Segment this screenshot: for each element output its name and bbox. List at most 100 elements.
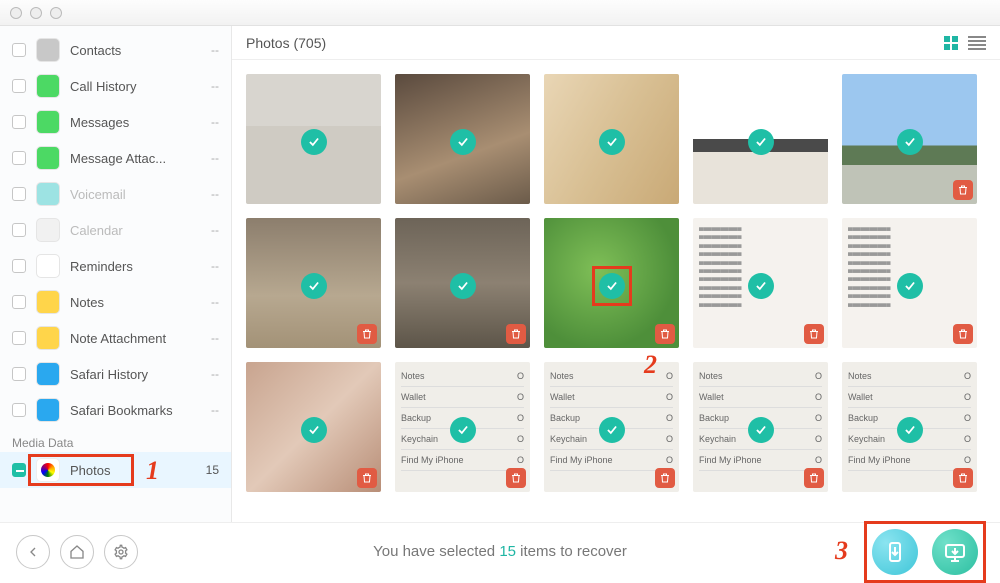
checkbox[interactable] <box>12 463 26 477</box>
selected-check-icon[interactable] <box>450 417 476 443</box>
sidebar-item-voicemail[interactable]: Voicemail -- <box>0 176 231 212</box>
annotation-3: 3 <box>835 536 848 566</box>
sidebar-item-label: Voicemail <box>70 187 201 202</box>
selected-check-icon[interactable] <box>301 273 327 299</box>
trash-icon[interactable] <box>357 324 377 344</box>
selected-check-icon[interactable] <box>599 273 625 299</box>
checkbox[interactable] <box>12 259 26 273</box>
sidebar-item-count: -- <box>211 403 219 417</box>
selected-check-icon[interactable] <box>748 273 774 299</box>
selected-check-icon[interactable] <box>748 417 774 443</box>
sidebar-item-label: Calendar <box>70 223 201 238</box>
recover-to-device-button[interactable] <box>872 529 918 575</box>
photo-thumb[interactable] <box>544 218 679 348</box>
photo-thumb[interactable]: NotesOWalletOBackupOKeychainOFind My iPh… <box>395 362 530 492</box>
sidebar-item-message-attac-[interactable]: Message Attac... -- <box>0 140 231 176</box>
checkbox[interactable] <box>12 115 26 129</box>
home-button[interactable] <box>60 535 94 569</box>
sidebar-item-label: Reminders <box>70 259 201 274</box>
trash-icon[interactable] <box>953 180 973 200</box>
category-icon <box>36 254 60 278</box>
close-icon[interactable] <box>10 7 22 19</box>
category-icon <box>36 326 60 350</box>
selected-check-icon[interactable] <box>599 129 625 155</box>
photo-thumb[interactable] <box>246 74 381 204</box>
trash-icon[interactable] <box>953 468 973 488</box>
sidebar-item-label: Safari History <box>70 367 201 382</box>
sidebar-item-safari-history[interactable]: Safari History -- <box>0 356 231 392</box>
sidebar-item-label: Photos <box>70 463 196 478</box>
photo-thumb[interactable]: NotesOWalletOBackupOKeychainOFind My iPh… <box>544 362 679 492</box>
sidebar-item-label: Messages <box>70 115 201 130</box>
list-view-icon[interactable] <box>968 36 986 50</box>
sidebar-item-count: -- <box>211 79 219 93</box>
sidebar-item-label: Message Attac... <box>70 151 201 166</box>
selected-check-icon[interactable] <box>450 129 476 155</box>
photo-thumb[interactable] <box>395 218 530 348</box>
minimize-icon[interactable] <box>30 7 42 19</box>
photo-grid: ▄▄▄▄▄▄▄▄▄▄▄▄▄▄▄▄▄▄▄▄▄▄▄▄▄▄▄▄▄▄▄▄▄▄▄▄▄▄▄▄… <box>232 60 1000 522</box>
category-icon <box>36 146 60 170</box>
sidebar-item-notes[interactable]: Notes -- <box>0 284 231 320</box>
photo-thumb[interactable] <box>246 218 381 348</box>
photo-thumb[interactable] <box>842 74 977 204</box>
photo-thumb[interactable] <box>246 362 381 492</box>
sidebar-item-note-attachment[interactable]: Note Attachment -- <box>0 320 231 356</box>
sidebar-item-messages[interactable]: Messages -- <box>0 104 231 140</box>
photo-thumb[interactable]: NotesOWalletOBackupOKeychainOFind My iPh… <box>693 362 828 492</box>
checkbox[interactable] <box>12 403 26 417</box>
sidebar-item-label: Safari Bookmarks <box>70 403 201 418</box>
sidebar-item-calendar[interactable]: Calendar -- <box>0 212 231 248</box>
photo-thumb[interactable]: ▄▄▄▄▄▄▄▄▄▄▄▄▄▄▄▄▄▄▄▄▄▄▄▄▄▄▄▄▄▄▄▄▄▄▄▄▄▄▄▄… <box>842 218 977 348</box>
photo-thumb[interactable]: NotesOWalletOBackupOKeychainOFind My iPh… <box>842 362 977 492</box>
photo-thumb[interactable] <box>395 74 530 204</box>
trash-icon[interactable] <box>655 468 675 488</box>
trash-icon[interactable] <box>804 324 824 344</box>
selected-check-icon[interactable] <box>748 129 774 155</box>
category-icon <box>36 182 60 206</box>
selected-check-icon[interactable] <box>301 417 327 443</box>
trash-icon[interactable] <box>804 468 824 488</box>
photo-thumb[interactable] <box>544 74 679 204</box>
recover-to-computer-button[interactable] <box>932 529 978 575</box>
trash-icon[interactable] <box>953 324 973 344</box>
back-button[interactable] <box>16 535 50 569</box>
selected-check-icon[interactable] <box>897 273 923 299</box>
sidebar-item-label: Call History <box>70 79 201 94</box>
checkbox[interactable] <box>12 223 26 237</box>
sidebar-item-label: Notes <box>70 295 201 310</box>
selected-check-icon[interactable] <box>897 417 923 443</box>
checkbox[interactable] <box>12 331 26 345</box>
trash-icon[interactable] <box>506 324 526 344</box>
checkbox[interactable] <box>12 295 26 309</box>
checkbox[interactable] <box>12 367 26 381</box>
selected-check-icon[interactable] <box>450 273 476 299</box>
category-icon <box>36 290 60 314</box>
sidebar-item-label: Note Attachment <box>70 331 201 346</box>
photo-thumb[interactable] <box>693 74 828 204</box>
selected-check-icon[interactable] <box>599 417 625 443</box>
selected-check-icon[interactable] <box>301 129 327 155</box>
sidebar-item-call-history[interactable]: Call History -- <box>0 68 231 104</box>
checkbox[interactable] <box>12 151 26 165</box>
category-icon <box>36 362 60 386</box>
sidebar-item-count: -- <box>211 259 219 273</box>
checkbox[interactable] <box>12 187 26 201</box>
trash-icon[interactable] <box>655 324 675 344</box>
sidebar-item-safari-bookmarks[interactable]: Safari Bookmarks -- <box>0 392 231 428</box>
sidebar-item-reminders[interactable]: Reminders -- <box>0 248 231 284</box>
sidebar-item-photos[interactable]: Photos 15 1 <box>0 452 231 488</box>
photo-thumb[interactable]: ▄▄▄▄▄▄▄▄▄▄▄▄▄▄▄▄▄▄▄▄▄▄▄▄▄▄▄▄▄▄▄▄▄▄▄▄▄▄▄▄… <box>693 218 828 348</box>
status-text: You have selected 15 items to recover <box>373 543 627 560</box>
settings-button[interactable] <box>104 535 138 569</box>
category-icon <box>36 398 60 422</box>
zoom-icon[interactable] <box>50 7 62 19</box>
checkbox[interactable] <box>12 79 26 93</box>
trash-icon[interactable] <box>506 468 526 488</box>
sidebar-item-contacts[interactable]: Contacts -- <box>0 32 231 68</box>
selected-check-icon[interactable] <box>897 129 923 155</box>
checkbox[interactable] <box>12 43 26 57</box>
trash-icon[interactable] <box>357 468 377 488</box>
sidebar: Contacts -- Call History -- Messages -- … <box>0 26 232 522</box>
grid-view-icon[interactable] <box>944 36 962 50</box>
